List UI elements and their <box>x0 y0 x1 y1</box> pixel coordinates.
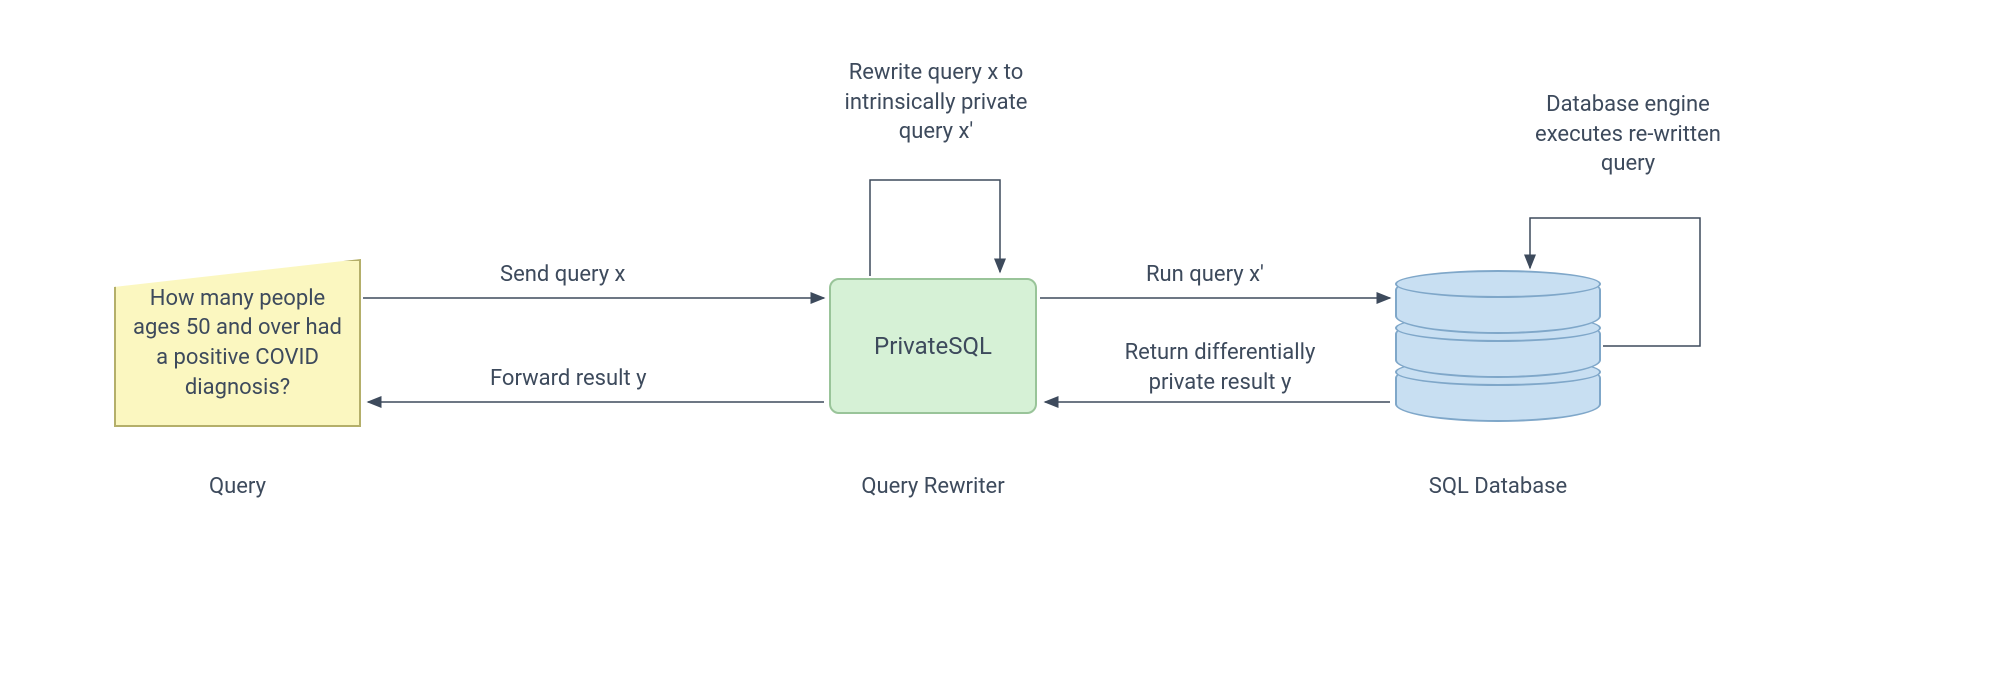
query-node: How many people ages 50 and over had a p… <box>114 259 361 427</box>
db-cylinder <box>1395 270 1601 298</box>
edge-forward-result-label: Forward result y <box>490 366 647 391</box>
edge-return-result-label: Return differentially private result y <box>1100 338 1340 397</box>
query-text: How many people ages 50 and over had a p… <box>132 284 343 403</box>
edge-send-query-label: Send query x <box>500 262 625 287</box>
query-label: Query <box>114 474 361 499</box>
rewriter-text: PrivateSQL <box>874 332 992 360</box>
edge-db-loop-label: Database engine executes re-written quer… <box>1514 90 1742 179</box>
rewriter-label: Query Rewriter <box>829 474 1037 499</box>
diagram-canvas: How many people ages 50 and over had a p… <box>0 0 1999 695</box>
database-label: SQL Database <box>1395 474 1601 499</box>
rewriter-node: PrivateSQL <box>829 278 1037 414</box>
edge-run-query-label: Run query x' <box>1146 262 1264 287</box>
database-node <box>1395 272 1601 420</box>
edge-rewrite-loop-label: Rewrite query x to intrinsically private… <box>826 58 1046 147</box>
